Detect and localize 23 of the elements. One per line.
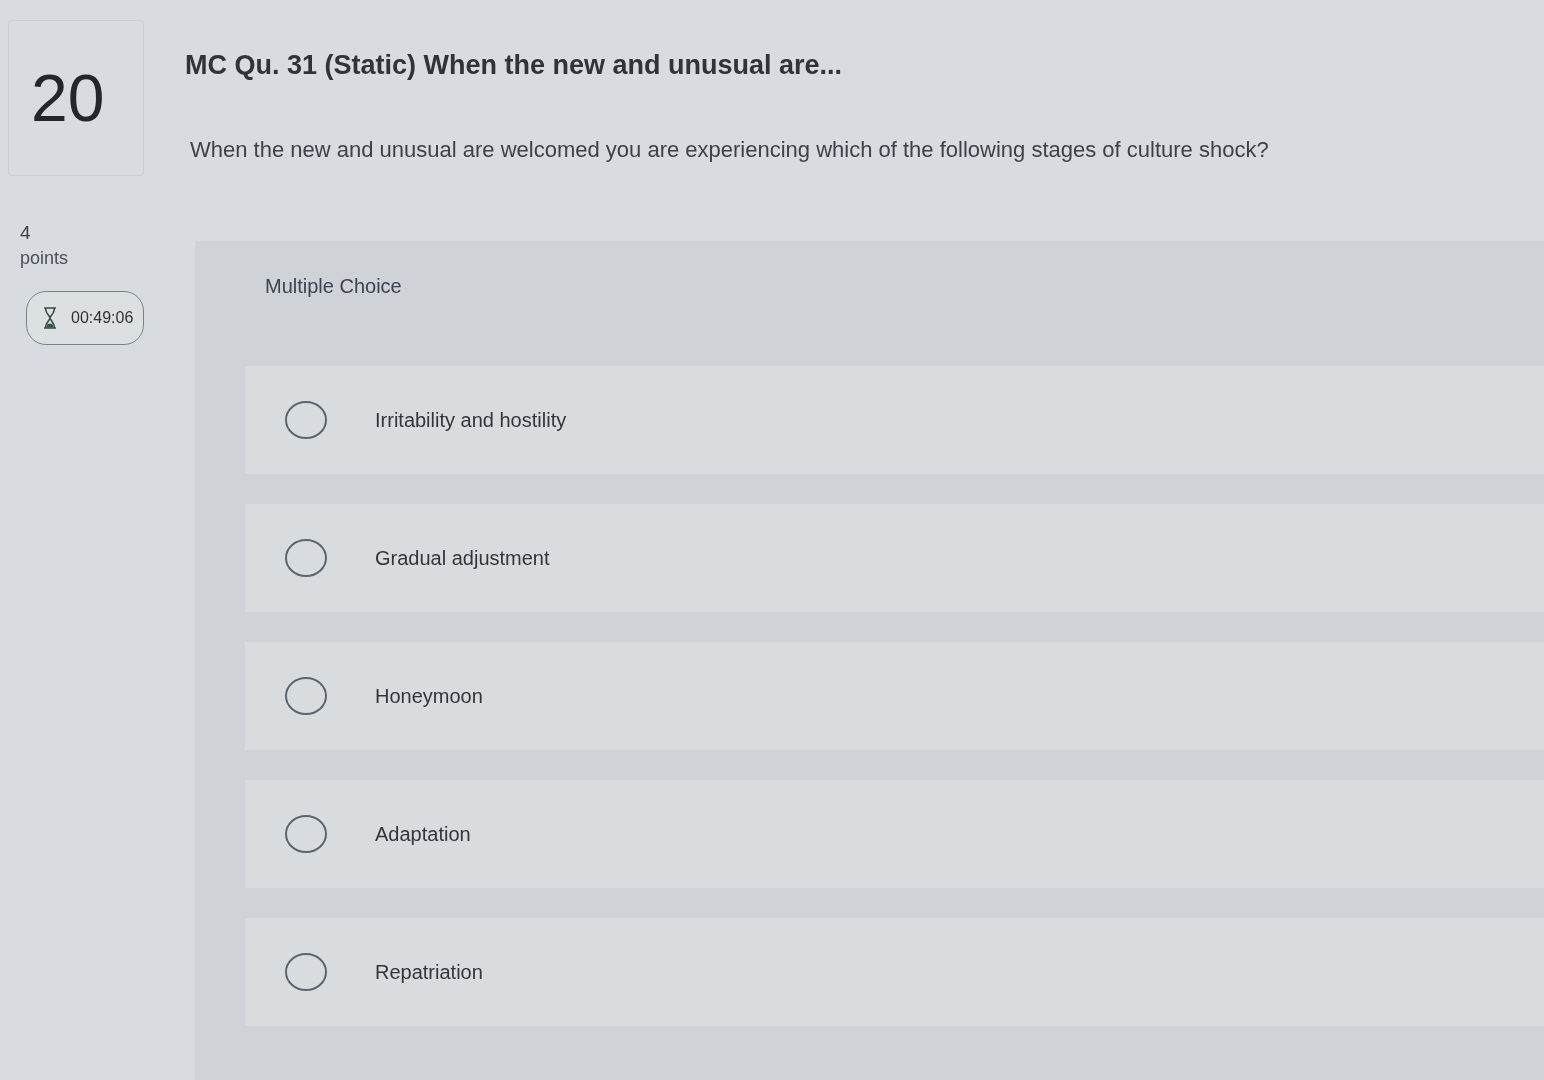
radio-button[interactable] [285, 953, 327, 991]
points-value: 4 [20, 222, 32, 244]
radio-button[interactable] [285, 539, 327, 577]
radio-button[interactable] [285, 401, 327, 439]
question-type-label: Multiple Choice [265, 275, 403, 298]
answer-option[interactable]: Irritability and hostility [245, 366, 1544, 474]
points-label: points [20, 248, 69, 269]
question-number: 20 [8, 20, 144, 176]
option-label: Adaptation [375, 822, 471, 846]
option-label: Irritability and hostility [375, 408, 567, 432]
option-label: Honeymoon [375, 684, 483, 708]
question-text: When the new and unusual are welcomed you are experiencing which of the following stages of culture shock? [190, 137, 1270, 163]
answer-option[interactable]: Gradual adjustment [245, 504, 1544, 612]
question-title: MC Qu. 31 (Static) When the new and unusual are... [185, 50, 844, 81]
answer-option[interactable]: Repatriation [245, 918, 1544, 1026]
radio-button[interactable] [285, 815, 327, 853]
timer-text: 00:49:06 [71, 309, 134, 327]
answer-option[interactable]: Adaptation [245, 780, 1544, 888]
option-label: Gradual adjustment [375, 546, 550, 570]
radio-button[interactable] [285, 677, 327, 715]
answer-option[interactable]: Honeymoon [245, 642, 1544, 750]
option-label: Repatriation [375, 960, 483, 984]
hourglass-icon [43, 307, 57, 329]
